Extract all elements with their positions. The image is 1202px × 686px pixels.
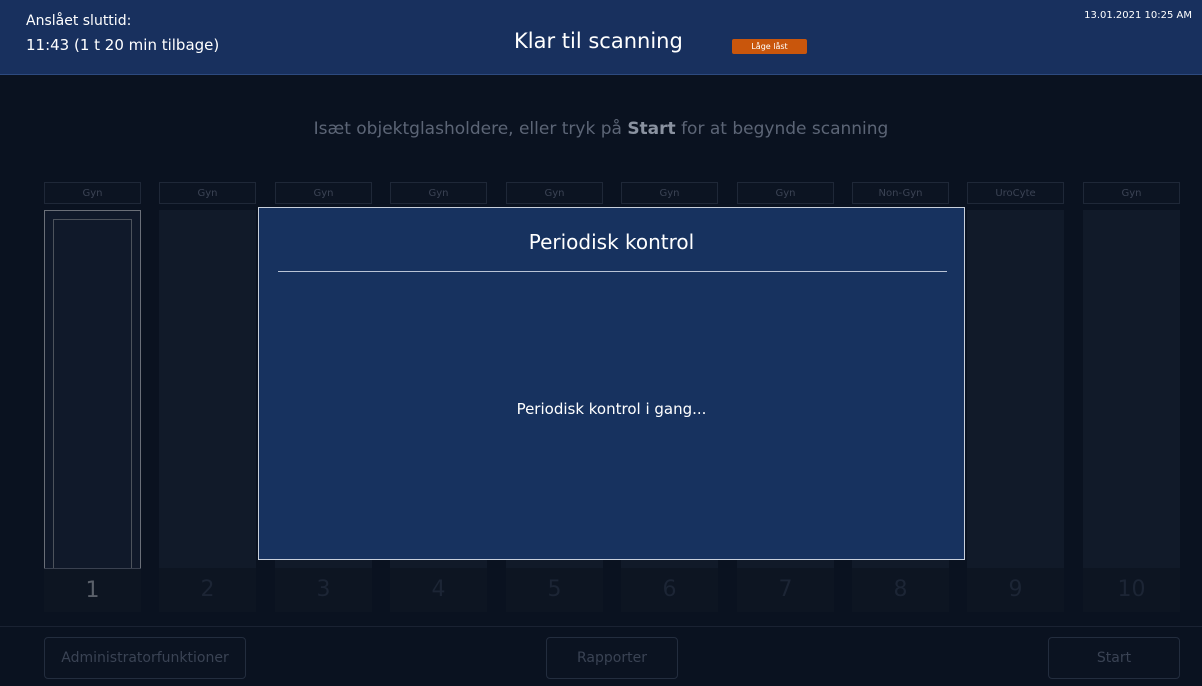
slot-body: [44, 210, 141, 612]
instruction-start-word: Start: [627, 119, 676, 139]
slot-number: 4: [390, 568, 487, 612]
estimated-finish-label: Anslået sluttid:: [26, 13, 132, 29]
slot-type-label: Gyn: [159, 182, 256, 204]
slot-body: [159, 210, 256, 612]
estimated-finish-value: 11:43 (1 t 20 min tilbage): [26, 36, 220, 54]
slot-body: [967, 210, 1064, 612]
dialog-divider: [278, 271, 947, 272]
periodic-check-dialog: Periodisk kontrol Periodisk kontrol i ga…: [258, 207, 965, 560]
slot-type-label: Gyn: [506, 182, 603, 204]
footer-divider: [0, 626, 1202, 627]
slot-type-label: Gyn: [44, 182, 141, 204]
slot-number: 5: [506, 568, 603, 612]
page-title: Klar til scanning: [514, 29, 683, 53]
slot-type-label: Gyn: [737, 182, 834, 204]
slot-number: 7: [737, 568, 834, 612]
slide-holder-slot-9[interactable]: UroCyte 9: [967, 182, 1064, 612]
slot-number: 2: [159, 568, 256, 612]
slot-number: 8: [852, 568, 949, 612]
slot-number: 10: [1083, 568, 1180, 612]
slide-holder: [53, 219, 132, 569]
top-bar: Anslået sluttid: 11:43 (1 t 20 min tilba…: [0, 0, 1202, 75]
slot-body: [1083, 210, 1180, 612]
instruction-prefix: Isæt objektglasholdere, eller tryk på: [313, 119, 628, 139]
slot-number: 1: [44, 568, 141, 612]
instruction-suffix: for at begynde scanning: [675, 119, 889, 139]
slot-type-label: Gyn: [621, 182, 718, 204]
slot-number: 9: [967, 568, 1064, 612]
slot-type-label: Gyn: [1083, 182, 1180, 204]
dialog-title: Periodisk kontrol: [528, 230, 695, 254]
slide-holder-slot-10[interactable]: Gyn 10: [1083, 182, 1180, 612]
reports-button[interactable]: Rapporter: [546, 637, 678, 679]
date-time: 13.01.2021 10:25 AM: [1084, 10, 1192, 21]
slot-number: 3: [275, 568, 372, 612]
slide-holder-slot-2[interactable]: Gyn 2: [159, 182, 256, 612]
admin-functions-button[interactable]: Administratorfunktioner: [44, 637, 246, 679]
slot-type-label: Gyn: [390, 182, 487, 204]
slot-type-label: Non-Gyn: [852, 182, 949, 204]
dialog-message: Periodisk kontrol i gang...: [516, 400, 707, 418]
slot-number: 6: [621, 568, 718, 612]
door-locked-badge: Låge låst: [732, 39, 807, 54]
slot-type-label: Gyn: [275, 182, 372, 204]
slide-holder-slot-1[interactable]: Gyn 1: [44, 182, 141, 612]
start-button[interactable]: Start: [1048, 637, 1180, 679]
instruction-text: Isæt objektglasholdere, eller tryk på St…: [0, 119, 1202, 139]
slot-type-label: UroCyte: [967, 182, 1064, 204]
